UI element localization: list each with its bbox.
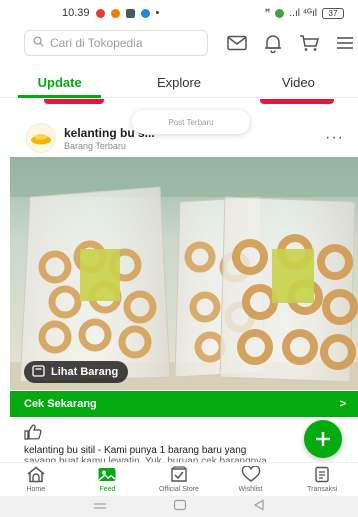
search-icon [33, 36, 44, 50]
notification-icon [140, 8, 150, 18]
wifi-icon [275, 8, 285, 18]
promo-banner [44, 99, 104, 104]
nav-official-store[interactable]: Official Store [143, 463, 215, 496]
tab-explore[interactable]: Explore [119, 68, 238, 97]
system-navigation-bar [0, 496, 358, 517]
plus-icon [316, 432, 330, 446]
nav-home-label: Home [26, 486, 46, 493]
notification-icon [125, 8, 135, 18]
promo-banner [260, 99, 334, 104]
nav-transaction[interactable]: Transaksi [286, 463, 358, 496]
nav-feed-label: Feed [99, 486, 116, 493]
inbox-mail-icon[interactable] [226, 32, 248, 54]
nav-wishlist-label: Wishlist [238, 486, 263, 493]
product-image[interactable]: Lihat Barang [10, 157, 358, 390]
nav-transaction-label: Transaksi [307, 486, 338, 493]
check-now-label: Cek Sekarang [24, 398, 97, 410]
nav-feed[interactable]: Feed [72, 463, 144, 496]
official-store-icon [169, 466, 189, 485]
receipt-icon [312, 466, 332, 485]
feed-icon [97, 466, 117, 485]
bottom-navigation: Home Feed Official Store Wishlist Transa… [0, 462, 358, 496]
status-time: 10.39 [62, 7, 90, 19]
battery-icon: 37 [322, 7, 344, 19]
nav-wishlist[interactable]: Wishlist [215, 463, 287, 496]
feed-tabs: Update Explore Video [0, 68, 358, 98]
back-icon[interactable] [253, 498, 265, 516]
heart-icon [241, 465, 261, 485]
cart-icon[interactable] [298, 32, 320, 54]
menu-icon[interactable] [334, 32, 356, 54]
more-options-icon[interactable]: ··· [325, 129, 344, 147]
nav-official-store-label: Official Store [159, 486, 199, 493]
tab-update[interactable]: Update [0, 68, 119, 98]
search-input[interactable]: Cari di Tokopedia [24, 30, 208, 56]
add-post-button[interactable] [304, 420, 342, 458]
home-system-icon[interactable] [173, 498, 187, 516]
product-card-icon [32, 364, 45, 380]
top-bar: Cari di Tokopedia [0, 28, 358, 58]
shop-subtitle: Barang Terbaru [64, 140, 126, 151]
search-placeholder: Cari di Tokopedia [50, 36, 143, 50]
notification-more-icon: • [155, 7, 160, 19]
nav-home[interactable]: Home [0, 463, 72, 496]
notification-bell-icon[interactable] [262, 32, 284, 54]
like-button[interactable] [24, 424, 54, 444]
home-icon [26, 466, 46, 485]
recent-apps-icon[interactable] [93, 498, 107, 516]
view-product-label: Lihat Barang [51, 366, 119, 378]
notification-icon [95, 8, 105, 18]
view-product-button[interactable]: Lihat Barang [24, 361, 129, 383]
tab-video[interactable]: Video [239, 68, 358, 97]
bluetooth-icon: ꟸ [264, 7, 271, 19]
status-bar: 10.39 • ꟸ ..ıl ⁴ᴳıl 37 [0, 0, 358, 26]
check-now-button[interactable]: Cek Sekarang > [10, 391, 358, 417]
signal-icon: ..ıl ⁴ᴳıl [289, 7, 317, 19]
chevron-right-icon: > [339, 398, 346, 410]
shop-avatar[interactable] [26, 123, 56, 153]
new-post-toast[interactable]: Post Terbaru [132, 110, 250, 134]
notification-icon [110, 8, 120, 18]
